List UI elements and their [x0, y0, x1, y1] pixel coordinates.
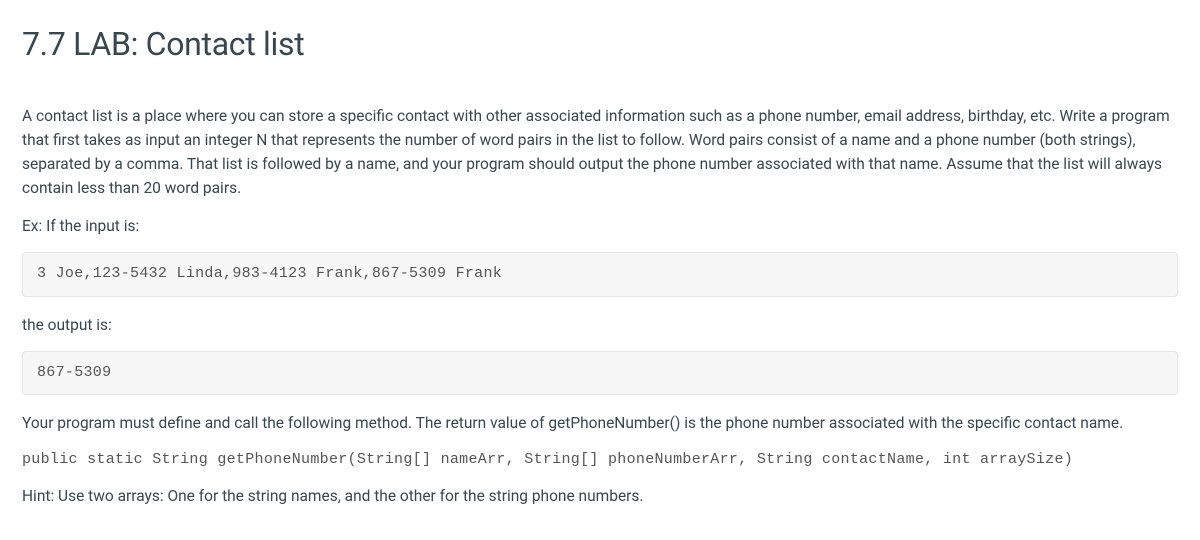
example-input-code: 3 Joe,123-5432 Linda,983-4123 Frank,867-… — [22, 252, 1178, 297]
page-title: 7.7 LAB: Contact list — [22, 20, 1178, 68]
method-paragraph: Your program must define and call the fo… — [22, 411, 1178, 435]
hint-paragraph: Hint: Use two arrays: One for the string… — [22, 484, 1178, 508]
example-output-label: the output is: — [22, 313, 1178, 337]
method-signature: public static String getPhoneNumber(Stri… — [22, 449, 1178, 472]
example-input-label: Ex: If the input is: — [22, 214, 1178, 238]
intro-paragraph: A contact list is a place where you can … — [22, 104, 1178, 200]
example-output-code: 867-5309 — [22, 351, 1178, 396]
